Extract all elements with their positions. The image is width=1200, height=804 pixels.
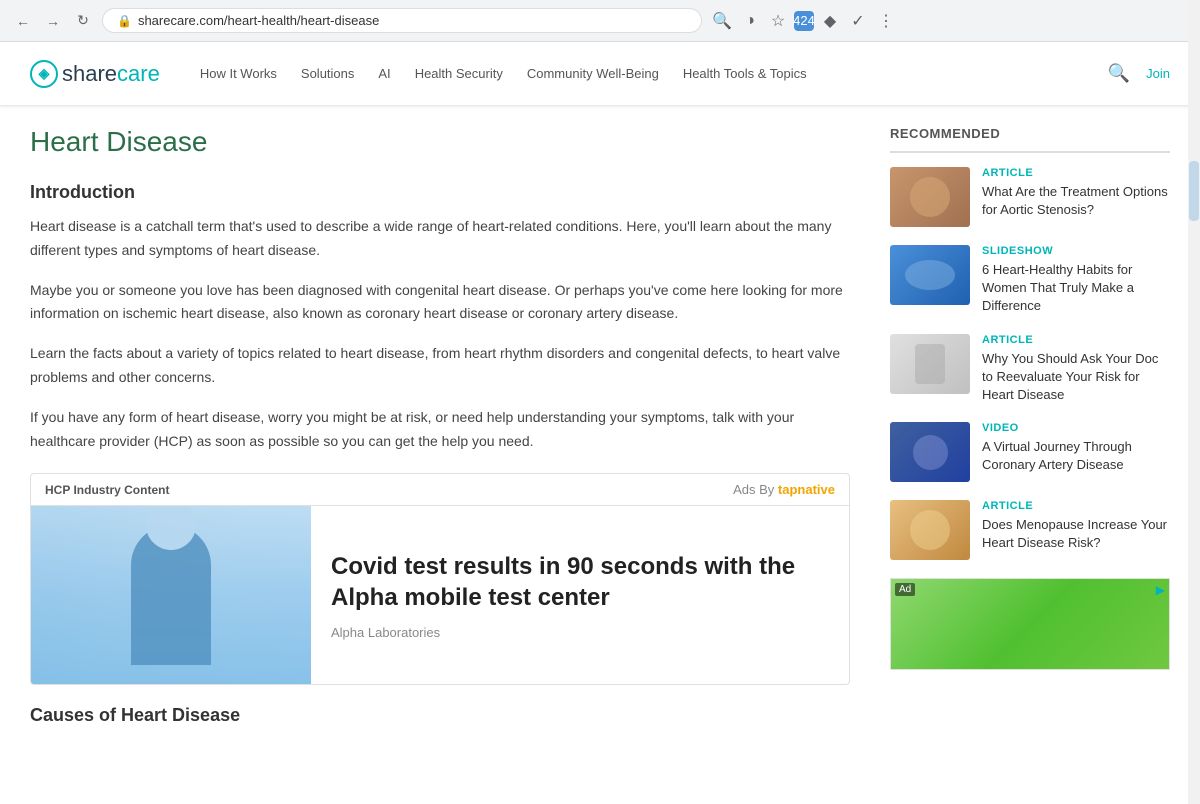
rec-item-2[interactable]: SLIDESHOW 6 Heart-Healthy Habits for Wom… — [890, 245, 1170, 316]
search-icon[interactable]: 🔍 — [1108, 63, 1130, 84]
main-layout: Heart Disease Introduction Heart disease… — [0, 106, 1200, 746]
paragraph-1: Heart disease is a catchall term that's … — [30, 215, 850, 263]
paragraph-3: Learn the facts about a variety of topic… — [30, 342, 850, 390]
rec-image-2 — [890, 245, 970, 305]
menu-icon[interactable]: ⋮ — [874, 9, 898, 33]
sidebar-ad-expand-icon[interactable]: ▶ — [1156, 583, 1165, 597]
nav-health-security[interactable]: Health Security — [415, 66, 503, 81]
rec-info-4: VIDEO A Virtual Journey Through Coronary… — [982, 422, 1170, 482]
bookmark-icon[interactable]: ☆ — [766, 9, 790, 33]
paragraph-2: Maybe you or someone you love has been d… — [30, 279, 850, 327]
rec-image-4 — [890, 422, 970, 482]
logo-icon: ◈ — [30, 60, 58, 88]
nav-right: 🔍 Join — [1108, 63, 1170, 84]
search-tool-icon[interactable]: 🔍 — [710, 9, 734, 33]
nav-how-it-works[interactable]: How It Works — [200, 66, 277, 81]
ad-header: HCP Industry Content Ads By tapnative — [31, 474, 849, 506]
rec-image-1 — [890, 167, 970, 227]
site-navigation: ◈ sharecare How It Works Solutions AI He… — [0, 42, 1200, 106]
ad-text-block: Covid test results in 90 seconds with th… — [311, 506, 849, 684]
rec-item-4[interactable]: VIDEO A Virtual Journey Through Coronary… — [890, 422, 1170, 482]
paragraph-4: If you have any form of heart disease, w… — [30, 406, 850, 454]
browser-ext-icon[interactable]: ◑ — [738, 9, 762, 33]
recommended-section: RECOMMENDED ARTICLE What Are the Treatme… — [890, 126, 1170, 670]
sidebar-ad[interactable]: Ad ▶ — [890, 578, 1170, 670]
rec-item-5[interactable]: ARTICLE Does Menopause Increase Your Hea… — [890, 500, 1170, 560]
scrollbar[interactable] — [1188, 0, 1200, 804]
browser-tools: 🔍 ◑ ☆ 424 ◆ ✓ ⋮ — [710, 9, 898, 33]
join-link[interactable]: Join — [1146, 66, 1170, 81]
forward-button[interactable]: → — [42, 10, 64, 32]
rec-info-5: ARTICLE Does Menopause Increase Your Hea… — [982, 500, 1170, 560]
ext-icon-3[interactable]: ✓ — [846, 9, 870, 33]
tapnative-logo: Ads By tapnative — [733, 482, 835, 497]
intro-heading: Introduction — [30, 182, 850, 203]
browser-chrome: ← → ↻ 🔒 sharecare.com/heart-health/heart… — [0, 0, 1200, 42]
rec-item-3[interactable]: ARTICLE Why You Should Ask Your Doc to R… — [890, 334, 1170, 405]
ad-content: Covid test results in 90 seconds with th… — [31, 506, 849, 684]
url-text: sharecare.com/heart-health/heart-disease — [138, 13, 379, 28]
ad-label: HCP Industry Content — [45, 483, 169, 497]
ad-headline: Covid test results in 90 seconds with th… — [331, 551, 829, 613]
scrollbar-thumb[interactable] — [1189, 161, 1199, 221]
nav-solutions[interactable]: Solutions — [301, 66, 354, 81]
rec-type-1: ARTICLE — [982, 167, 1170, 179]
causes-heading: Causes of Heart Disease — [30, 705, 850, 726]
rec-title-1: What Are the Treatment Options for Aorti… — [982, 183, 1170, 219]
logo-text: sharecare — [62, 61, 160, 87]
rec-image-3 — [890, 334, 970, 394]
ext-icon-1[interactable]: 424 — [794, 11, 814, 31]
rec-type-5: ARTICLE — [982, 500, 1170, 512]
sidebar: RECOMMENDED ARTICLE What Are the Treatme… — [890, 126, 1170, 726]
rec-item-1[interactable]: ARTICLE What Are the Treatment Options f… — [890, 167, 1170, 227]
recommended-title: RECOMMENDED — [890, 126, 1170, 153]
address-bar[interactable]: 🔒 sharecare.com/heart-health/heart-disea… — [102, 8, 702, 33]
ad-box[interactable]: HCP Industry Content Ads By tapnative — [30, 473, 850, 685]
rec-info-1: ARTICLE What Are the Treatment Options f… — [982, 167, 1170, 227]
ext-icon-2[interactable]: ◆ — [818, 9, 842, 33]
sidebar-ad-badge: Ad — [895, 583, 915, 596]
ad-advertiser: Alpha Laboratories — [331, 625, 829, 640]
rec-image-5 — [890, 500, 970, 560]
rec-title-3: Why You Should Ask Your Doc to Reevaluat… — [982, 350, 1170, 405]
lock-icon: 🔒 — [117, 14, 132, 28]
rec-title-2: 6 Heart-Healthy Habits for Women That Tr… — [982, 261, 1170, 316]
rec-type-4: VIDEO — [982, 422, 1170, 434]
site-logo[interactable]: ◈ sharecare — [30, 60, 160, 88]
ad-image — [31, 506, 311, 684]
page-title: Heart Disease — [30, 126, 850, 158]
nav-ai[interactable]: AI — [378, 66, 390, 81]
rec-type-3: ARTICLE — [982, 334, 1170, 346]
nav-health-tools-topics[interactable]: Health Tools & Topics — [683, 66, 807, 81]
sidebar-ad-image — [891, 579, 1169, 669]
nav-community-well-being[interactable]: Community Well-Being — [527, 66, 659, 81]
rec-title-5: Does Menopause Increase Your Heart Disea… — [982, 516, 1170, 552]
rec-type-2: SLIDESHOW — [982, 245, 1170, 257]
rec-info-2: SLIDESHOW 6 Heart-Healthy Habits for Wom… — [982, 245, 1170, 316]
rec-title-4: A Virtual Journey Through Coronary Arter… — [982, 438, 1170, 474]
rec-info-3: ARTICLE Why You Should Ask Your Doc to R… — [982, 334, 1170, 405]
back-button[interactable]: ← — [12, 10, 34, 32]
content-area: Heart Disease Introduction Heart disease… — [30, 126, 850, 726]
refresh-button[interactable]: ↻ — [72, 10, 94, 32]
nav-links: How It Works Solutions AI Health Securit… — [200, 66, 1108, 81]
